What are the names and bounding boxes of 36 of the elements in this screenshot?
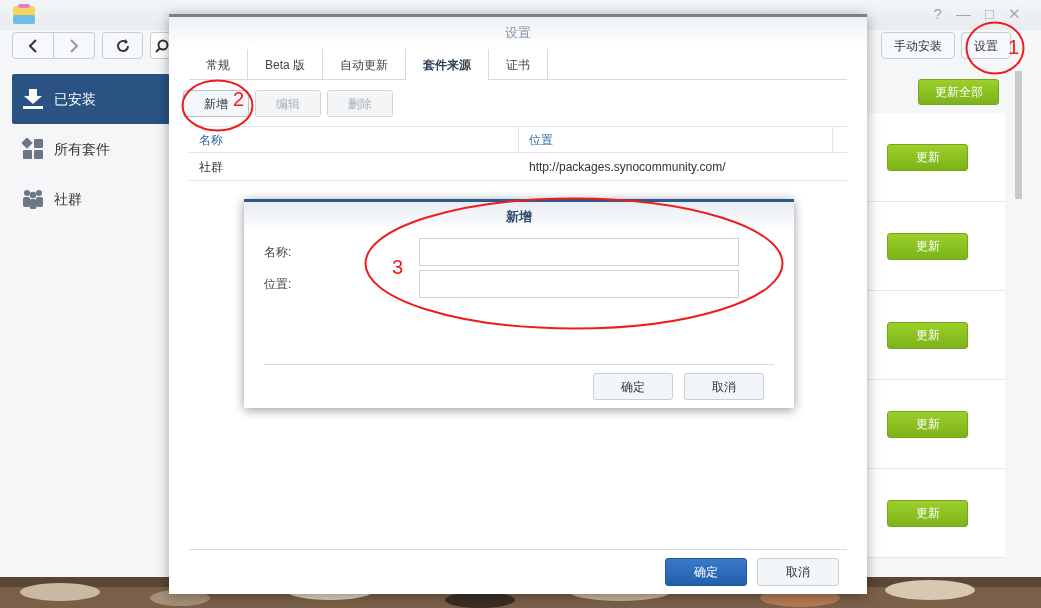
sidebar-item[interactable]: 社群 xyxy=(12,174,170,224)
annotation-number: 1 xyxy=(1008,36,1020,58)
tab[interactable]: Beta 版 xyxy=(248,49,324,80)
annotation-ellipse xyxy=(965,21,1025,75)
back-button[interactable] xyxy=(12,32,54,59)
input-field[interactable] xyxy=(419,270,739,298)
column-header[interactable]: 位置 xyxy=(519,127,833,152)
input-field[interactable] xyxy=(419,238,739,266)
people-icon xyxy=(22,189,44,209)
app-icon xyxy=(12,4,36,26)
cancel-button[interactable]: 取消 xyxy=(757,558,839,586)
manual-install-button[interactable]: 手动安装 xyxy=(881,32,955,59)
tab[interactable]: 常规 xyxy=(189,49,248,80)
sidebar-item[interactable]: 已安装 xyxy=(12,74,170,124)
ok-button[interactable]: 确定 xyxy=(665,558,747,586)
annotation-number: 3 xyxy=(392,256,404,278)
forward-icon xyxy=(69,38,79,53)
refresh-button[interactable] xyxy=(102,32,143,59)
tab[interactable]: 证书 xyxy=(489,49,549,80)
back-icon xyxy=(28,38,38,53)
search-icon xyxy=(155,38,169,53)
cancel-button[interactable]: 取消 xyxy=(684,373,764,400)
table-cell-text: http://packages.synocommunity.com/ xyxy=(528,158,727,176)
field-label: 名称: xyxy=(264,244,293,261)
ok-button[interactable]: 确定 xyxy=(593,373,673,400)
refresh-icon xyxy=(115,38,130,53)
table-cell-text: 社群 xyxy=(198,158,224,176)
dialog-title: 设置 xyxy=(505,24,531,43)
tab[interactable]: 套件来源 xyxy=(406,49,490,80)
sidebar-item[interactable]: 所有套件 xyxy=(12,124,170,174)
field-label: 位置: xyxy=(264,276,293,293)
column-header[interactable]: 名称 xyxy=(189,127,519,152)
download-icon xyxy=(22,89,44,109)
annotation-number: 2 xyxy=(233,88,245,110)
grid-icon xyxy=(22,138,44,160)
dialog-title: 新增 xyxy=(506,208,532,227)
